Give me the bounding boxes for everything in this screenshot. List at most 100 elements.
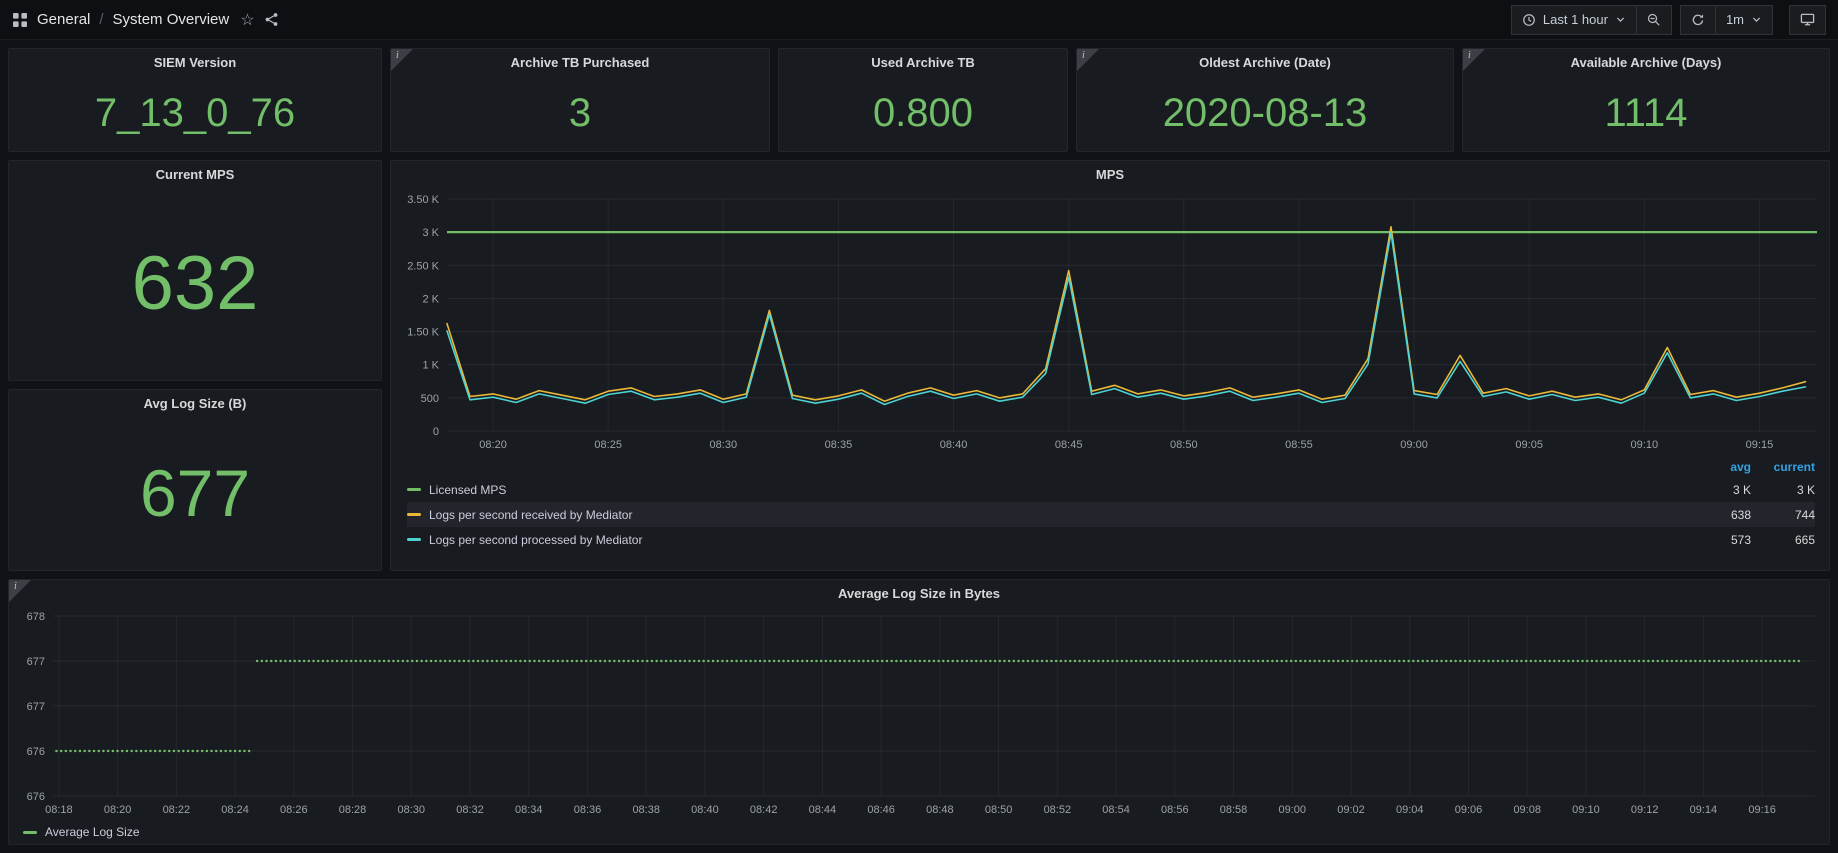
legend-series-label[interactable]: Logs per second processed by Mediator [429, 533, 642, 547]
panel-info-icon[interactable]: i [9, 580, 31, 602]
kiosk-mode-button[interactable] [1789, 5, 1826, 35]
refresh-icon [1691, 13, 1705, 27]
svg-text:676: 676 [27, 746, 45, 758]
svg-text:08:55: 08:55 [1285, 439, 1313, 451]
mps-chart-canvas[interactable]: 08:2008:2508:3008:3508:4008:4508:5008:55… [391, 187, 1829, 455]
panel-archive-tb-purchased: i Archive TB Purchased 3 [390, 48, 770, 152]
breadcrumb-separator: / [99, 11, 103, 28]
info-glyph: i [1468, 50, 1471, 61]
refresh-button[interactable] [1680, 5, 1716, 35]
svg-text:09:10: 09:10 [1631, 439, 1659, 451]
svg-text:08:22: 08:22 [163, 804, 191, 816]
breadcrumb: General / System Overview ☆ [12, 10, 279, 30]
panel-avg-log-size-stat: Avg Log Size (B) 677 [8, 389, 382, 571]
svg-text:1 K: 1 K [422, 360, 439, 372]
svg-text:08:26: 08:26 [280, 804, 308, 816]
panel-title[interactable]: Avg Log Size (B) [9, 390, 381, 416]
svg-text:09:00: 09:00 [1279, 804, 1307, 816]
svg-text:3 K: 3 K [422, 227, 439, 239]
legend-header-row: avgcurrent [407, 457, 1815, 477]
svg-text:08:25: 08:25 [594, 439, 622, 451]
series-color-swatch [407, 538, 421, 541]
svg-text:09:16: 09:16 [1748, 804, 1776, 816]
svg-text:08:36: 08:36 [574, 804, 602, 816]
legend-value-avg: 573 [1687, 533, 1751, 547]
dashboard: SIEM Version 7_13_0_76 i Archive TB Purc… [0, 40, 1838, 853]
svg-text:08:45: 08:45 [1055, 439, 1083, 451]
zoom-out-button[interactable] [1636, 5, 1672, 35]
panel-title[interactable]: Used Archive TB [779, 49, 1067, 75]
stat-value: 2020-08-13 [1077, 75, 1453, 151]
svg-text:0: 0 [433, 426, 439, 438]
info-glyph: i [396, 50, 399, 61]
series-color-swatch [407, 488, 421, 491]
bottom-row: i Average Log Size in Bytes 08:1808:2008… [8, 579, 1830, 845]
stat-value: 3 [391, 75, 769, 151]
svg-text:676: 676 [27, 791, 45, 803]
legend-value-current: 665 [1751, 533, 1815, 547]
time-range-button[interactable]: Last 1 hour [1511, 5, 1637, 35]
panel-info-icon[interactable]: i [1463, 49, 1485, 71]
star-icon[interactable]: ☆ [240, 10, 254, 30]
panel-oldest-archive-date: i Oldest Archive (Date) 2020-08-13 [1076, 48, 1454, 152]
topbar-controls: Last 1 hour [1511, 5, 1826, 35]
panel-title[interactable]: Average Log Size in Bytes [9, 580, 1829, 606]
share-icon[interactable] [264, 12, 279, 27]
svg-text:08:30: 08:30 [710, 439, 738, 451]
info-glyph: i [14, 581, 17, 592]
svg-text:09:02: 09:02 [1337, 804, 1365, 816]
stat-row: SIEM Version 7_13_0_76 i Archive TB Purc… [8, 48, 1830, 152]
info-glyph: i [1082, 50, 1085, 61]
refresh-group: 1m [1680, 5, 1773, 35]
legend-series-label[interactable]: Average Log Size [45, 825, 140, 839]
legend-row: Logs per second processed by Mediator 573… [407, 527, 1815, 552]
legend-value-current: 3 K [1751, 483, 1815, 497]
svg-text:09:10: 09:10 [1572, 804, 1600, 816]
avg-log-size-chart-canvas[interactable]: 08:1808:2008:2208:2408:2608:2808:3008:32… [9, 606, 1829, 820]
legend-value-avg: 638 [1687, 508, 1751, 522]
panel-title[interactable]: Current MPS [9, 161, 381, 187]
panel-title[interactable]: MPS [391, 161, 1829, 187]
svg-text:08:58: 08:58 [1220, 804, 1248, 816]
svg-text:09:04: 09:04 [1396, 804, 1424, 816]
legend-series-label[interactable]: Logs per second received by Mediator [429, 508, 632, 522]
svg-text:08:20: 08:20 [479, 439, 507, 451]
time-range-label: Last 1 hour [1543, 12, 1608, 27]
stat-value: 1114 [1463, 75, 1829, 151]
zoom-out-icon [1647, 13, 1661, 27]
middle-row: Current MPS 632 Avg Log Size (B) 677 MPS… [8, 160, 1830, 571]
legend-column-header[interactable]: avg [1687, 460, 1751, 474]
svg-text:08:50: 08:50 [985, 804, 1013, 816]
svg-text:09:08: 09:08 [1513, 804, 1541, 816]
panel-title[interactable]: SIEM Version [9, 49, 381, 75]
svg-text:09:05: 09:05 [1515, 439, 1543, 451]
svg-text:678: 678 [27, 611, 45, 623]
panel-info-icon[interactable]: i [1077, 49, 1099, 71]
svg-text:09:06: 09:06 [1455, 804, 1483, 816]
svg-text:09:12: 09:12 [1631, 804, 1659, 816]
legend-column-header[interactable]: current [1751, 460, 1815, 474]
svg-text:3.50 K: 3.50 K [407, 194, 439, 206]
legend-series-label[interactable]: Licensed MPS [429, 483, 506, 497]
panel-average-log-size-chart: i Average Log Size in Bytes 08:1808:2008… [8, 579, 1830, 845]
legend-row: Licensed MPS3 K3 K [407, 477, 1815, 502]
legend-value-current: 744 [1751, 508, 1815, 522]
svg-text:08:52: 08:52 [1044, 804, 1072, 816]
refresh-interval-button[interactable]: 1m [1715, 5, 1773, 35]
panel-title[interactable]: Oldest Archive (Date) [1077, 49, 1453, 75]
dashboards-grid-icon[interactable] [12, 12, 28, 28]
svg-text:500: 500 [421, 393, 439, 405]
svg-text:08:38: 08:38 [632, 804, 660, 816]
stat-value: 632 [9, 187, 381, 380]
panel-info-icon[interactable]: i [391, 49, 413, 71]
svg-text:1.50 K: 1.50 K [407, 327, 439, 339]
svg-text:08:42: 08:42 [750, 804, 778, 816]
svg-text:09:14: 09:14 [1690, 804, 1718, 816]
svg-text:08:56: 08:56 [1161, 804, 1189, 816]
panel-title[interactable]: Available Archive (Days) [1463, 49, 1829, 75]
mps-legend: avgcurrentLicensed MPS3 K3 KLogs per sec… [391, 455, 1829, 570]
svg-text:08:24: 08:24 [221, 804, 249, 816]
breadcrumb-folder[interactable]: General [37, 11, 90, 28]
svg-text:08:40: 08:40 [940, 439, 968, 451]
panel-title[interactable]: Archive TB Purchased [391, 49, 769, 75]
